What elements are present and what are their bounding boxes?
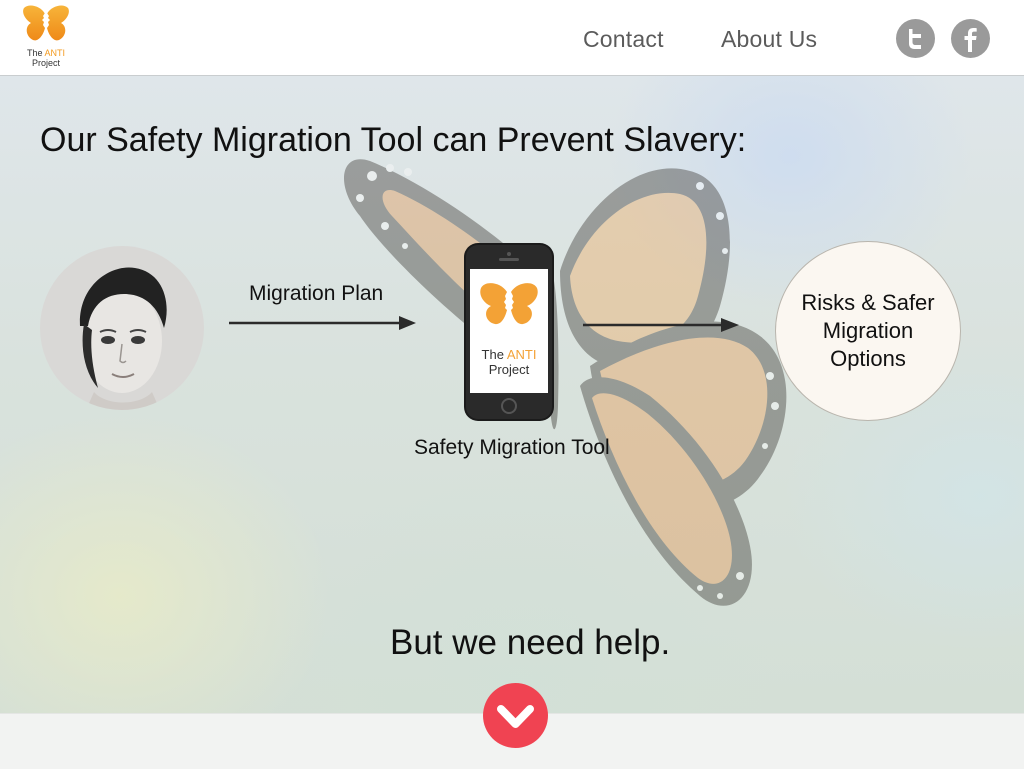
nav-about-link[interactable]: About Us (721, 26, 817, 53)
migration-plan-label: Migration Plan (249, 282, 384, 305)
woman-portrait-image (40, 246, 204, 410)
hero-headline: Our Safety Migration Tool can Prevent Sl… (40, 121, 747, 159)
logo-text-accent: ANTI (44, 48, 66, 58)
logo-text-line1: The (26, 48, 45, 58)
arrow-to-tool (229, 316, 416, 330)
chevron-down-icon (497, 705, 534, 728)
hero-section: Our Safety Migration Tool can Prevent Sl… (0, 76, 1024, 713)
site-header: The ANTI Project Contact About Us (0, 0, 1024, 76)
scroll-down-button[interactable] (483, 683, 548, 748)
logo-text-line2: Project (31, 58, 60, 68)
arrow-to-result (583, 318, 739, 332)
twitter-button[interactable] (896, 19, 935, 58)
facebook-icon (964, 28, 977, 52)
phone-app-image: The ANTI Project (463, 242, 555, 422)
site-logo[interactable]: The ANTI Project (19, 4, 73, 70)
phone-screen-line2: Project (489, 362, 530, 377)
twitter-icon (909, 29, 921, 49)
butterfly-faces-icon (23, 5, 69, 41)
logo-text: The ANTI Project (19, 48, 73, 68)
risks-options-circle: Risks & Safer Migration Options (775, 241, 961, 421)
help-call-to-action: But we need help. (390, 623, 671, 662)
facebook-button[interactable] (951, 19, 990, 58)
safety-migration-tool-caption: Safety Migration Tool (414, 436, 610, 459)
nav-contact-link[interactable]: Contact (583, 26, 664, 53)
phone-screen-line1: The ANTI (482, 347, 537, 362)
